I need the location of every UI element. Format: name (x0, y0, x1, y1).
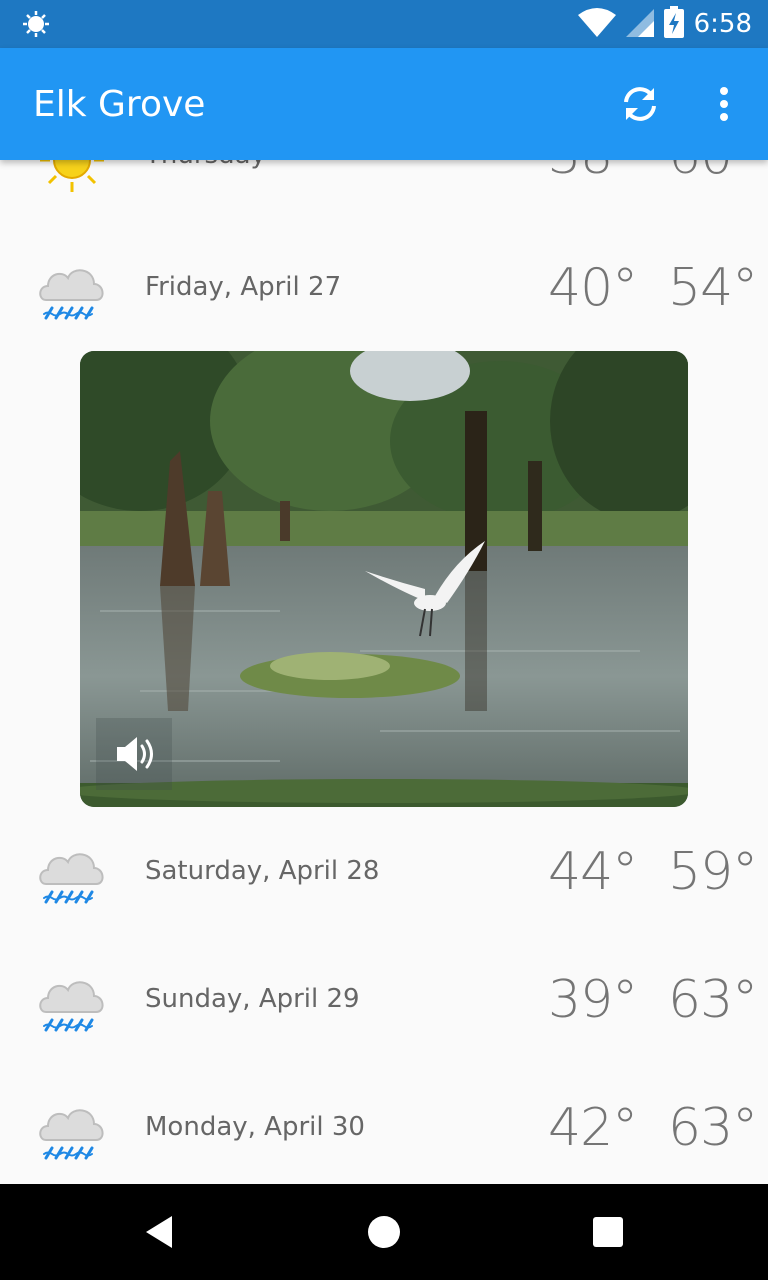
navigation-bar (0, 1184, 768, 1280)
overflow-menu-icon[interactable] (704, 76, 744, 132)
battery-charging-icon (663, 5, 684, 43)
weather-notification-icon (22, 10, 50, 43)
rain-cloud-icon (36, 840, 108, 912)
forecast-day: Friday, April 27 (145, 272, 342, 302)
cell-signal-icon (625, 7, 654, 42)
forecast-day: Monday, April 30 (145, 1112, 365, 1142)
status-bar: 6:58 (0, 0, 768, 48)
forecast-list[interactable]: Thursday 38° 60° Friday, April 27 40° 54… (0, 0, 768, 1184)
forecast-high: 54° (668, 258, 758, 318)
forecast-row[interactable]: Friday, April 27 40° 54° (0, 226, 768, 354)
wifi-icon (577, 7, 616, 42)
forecast-row[interactable]: Sunday, April 29 39° 63° (0, 938, 768, 1066)
forecast-day: Sunday, April 29 (145, 984, 360, 1014)
forecast-low: 40° (548, 258, 638, 318)
forecast-high: 59° (668, 842, 758, 902)
rain-cloud-icon (36, 968, 108, 1040)
forecast-low: 42° (548, 1098, 638, 1158)
forecast-day: Saturday, April 28 (145, 856, 380, 886)
back-icon[interactable] (130, 1204, 190, 1260)
home-icon[interactable] (354, 1204, 414, 1260)
status-time: 6:58 (693, 9, 752, 39)
forecast-high: 63° (668, 970, 758, 1030)
forecast-row[interactable]: Monday, April 30 42° 63° (0, 1066, 768, 1194)
app-bar: Elk Grove (0, 48, 768, 160)
page-title: Elk Grove (33, 84, 206, 125)
rain-cloud-icon (36, 256, 108, 328)
forecast-low: 39° (548, 970, 638, 1030)
recents-icon[interactable] (578, 1204, 638, 1260)
speaker-icon[interactable] (96, 718, 172, 790)
screen: Thursday 38° 60° Friday, April 27 40° 54… (0, 0, 768, 1280)
rain-cloud-icon (36, 1096, 108, 1168)
forecast-high: 63° (668, 1098, 758, 1158)
refresh-icon[interactable] (610, 76, 670, 132)
forecast-low: 44° (548, 842, 638, 902)
forecast-row[interactable]: Saturday, April 28 44° 59° (0, 810, 768, 938)
